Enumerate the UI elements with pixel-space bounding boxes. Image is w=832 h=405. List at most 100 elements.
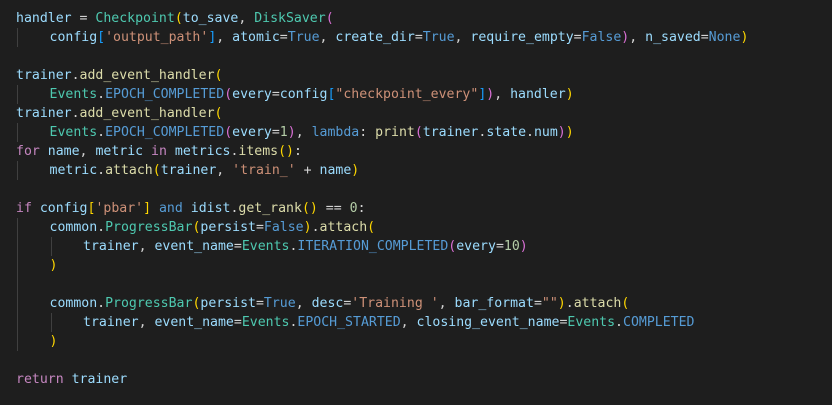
code-token: = (271, 87, 280, 102)
code-token: in (151, 144, 167, 159)
code-token: = (255, 296, 264, 311)
code-token: , (629, 30, 646, 45)
code-token: ) (557, 125, 566, 140)
code-token: metric (95, 144, 144, 159)
code-token: add_event_handler (79, 68, 215, 83)
indent-guide (17, 85, 18, 104)
code-line[interactable]: Events.EPOCH_COMPLETED(every=1), lambda:… (50, 123, 574, 142)
code-token: , (216, 30, 233, 45)
code-token: = (279, 30, 288, 45)
code-token: create_dir (335, 30, 415, 45)
code-token: . (565, 296, 574, 311)
code-line[interactable]: trainer, event_name=Events.EPOCH_STARTED… (83, 313, 694, 332)
code-token: attach (105, 163, 153, 178)
code-token: handler (510, 87, 566, 102)
code-token: None (708, 30, 741, 45)
code-line[interactable]: metric.attach(trainer, 'train_' + name) (50, 161, 360, 180)
code-line[interactable]: common.ProgressBar(persist=False).attach… (50, 218, 376, 237)
code-line[interactable]: trainer, event_name=Events.ITERATION_COM… (83, 237, 528, 256)
code-token: . (311, 220, 320, 235)
code-line[interactable]: if config['pbar'] and idist.get_rank() =… (16, 199, 366, 218)
code-token: + (295, 163, 320, 178)
code-token: get_rank (238, 201, 302, 216)
code-token: 10 (503, 239, 520, 254)
code-line[interactable]: for name, metric in metrics.items(): (16, 142, 302, 161)
code-token: trainer (160, 163, 217, 178)
code-token: , (400, 315, 417, 330)
code-token: ] (143, 201, 152, 216)
code-token: closing_event_name (416, 315, 560, 330)
code-token: ) (557, 296, 566, 311)
code-token: ) (303, 220, 312, 235)
code-token: 'output_path' (105, 30, 209, 45)
code-line[interactable]: trainer.add_event_handler( (16, 104, 222, 123)
code-token: idist (190, 201, 231, 216)
code-token: , (438, 296, 455, 311)
code-token: = (700, 30, 709, 45)
code-token: ) (351, 163, 360, 178)
code-token: ( (224, 125, 233, 140)
code-token: . (97, 87, 106, 102)
code-line[interactable]: Events.EPOCH_COMPLETED(every=config["che… (50, 85, 574, 104)
code-token: 0 (349, 201, 358, 216)
code-token: COMPLETED (623, 315, 695, 330)
code-token: . (71, 106, 80, 121)
code-token: , (138, 239, 155, 254)
code-token: 'train_' (232, 163, 296, 178)
code-token: ) (565, 125, 574, 140)
code-token: event_name (154, 239, 234, 254)
code-token: every (232, 87, 272, 102)
code-token: = (255, 220, 264, 235)
code-token: ( (214, 68, 223, 83)
code-token: EPOCH_COMPLETED (105, 125, 225, 140)
code-token: atomic (232, 30, 280, 45)
code-token: handler (16, 11, 72, 26)
code-token: True (422, 30, 455, 45)
code-token: ( (367, 220, 376, 235)
code-token: == (317, 201, 350, 216)
code-line[interactable]: ) (50, 256, 58, 275)
code-token: every (456, 239, 496, 254)
code-token: () (278, 144, 294, 159)
code-token: , (295, 125, 312, 140)
code-editor[interactable]: handler = Checkpoint(to_save, DiskSaver(… (0, 0, 832, 405)
code-line[interactable]: common.ProgressBar(persist=True, desc='T… (50, 294, 630, 313)
code-token: trainer (83, 315, 139, 330)
code-line[interactable]: ) (50, 332, 58, 351)
code-token: ProgressBar (105, 220, 193, 235)
code-token: , (494, 87, 511, 102)
code-token: ProgressBar (105, 296, 193, 311)
code-token: state (486, 125, 527, 140)
indent-guide (50, 237, 52, 256)
code-line[interactable]: handler = Checkpoint(to_save, DiskSaver( (16, 9, 334, 28)
code-token: 1 (279, 125, 288, 140)
code-token: ) (565, 87, 574, 102)
code-token: = (233, 239, 242, 254)
code-token: ( (621, 296, 630, 311)
code-token: Checkpoint (95, 11, 175, 26)
code-token: ( (325, 11, 334, 26)
code-token: True (263, 296, 296, 311)
code-token: trainer (16, 68, 72, 83)
code-token: ( (152, 163, 161, 178)
code-line[interactable]: config['output_path'], atomic=True, crea… (50, 28, 749, 47)
code-token: . (615, 315, 623, 330)
code-line[interactable]: return trainer (16, 370, 127, 389)
code-token: ) (49, 334, 58, 349)
code-token: "checkpoint_every" (335, 87, 479, 102)
code-token: bar_format (454, 296, 534, 311)
code-token: n_saved (645, 30, 701, 45)
code-token: . (526, 125, 534, 140)
code-line[interactable]: trainer.add_event_handler( (16, 66, 222, 85)
code-token: . (97, 125, 106, 140)
code-token: and (158, 201, 183, 216)
code-token: ( (174, 11, 183, 26)
code-token: = (414, 30, 423, 45)
code-token: = (573, 30, 582, 45)
